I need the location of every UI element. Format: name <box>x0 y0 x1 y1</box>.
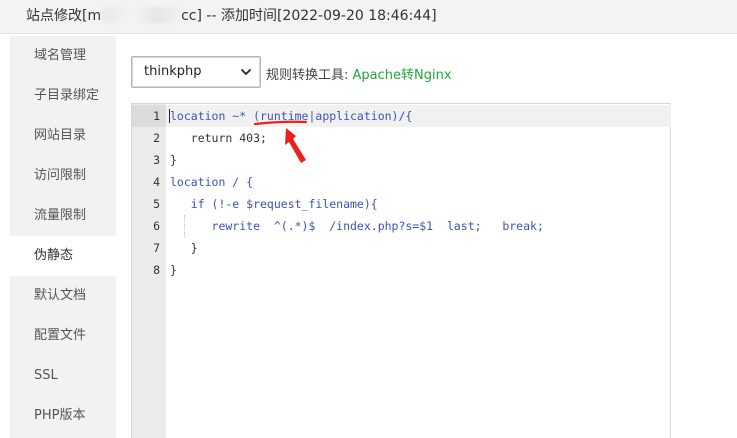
sidebar-item-access-limit[interactable]: 访问限制 <box>10 156 116 196</box>
code-text: return 403; <box>170 131 267 145</box>
line-number: 4 <box>153 175 160 189</box>
dialog-title: 站点修改[m cc] -- 添加时间[2022-09-20 18:46:44] <box>26 0 437 32</box>
code-line[interactable]: 8 } <box>132 259 671 281</box>
settings-sidebar: 域名管理 子目录绑定 网站目录 访问限制 流量限制 伪静态 默认文档 配置文件 … <box>10 36 116 438</box>
code-line[interactable]: 2 return 403; <box>132 127 671 149</box>
code-line[interactable]: 6 rewrite ^(.*)$ /index.php?s=$1 last; b… <box>132 215 671 237</box>
code-line[interactable]: 1 location ~* (runtime|application)/{ <box>132 105 671 127</box>
line-number: 5 <box>153 197 160 211</box>
rewrite-template-select[interactable]: thinkphp <box>131 56 261 88</box>
line-number: 8 <box>153 263 160 277</box>
code-text: if (!-e $request_filename){ <box>170 197 378 211</box>
sidebar-item-site-dir[interactable]: 网站目录 <box>10 116 116 156</box>
select-value: thinkphp <box>144 64 202 79</box>
sidebar-item-rewrite[interactable]: 伪静态 <box>10 236 116 276</box>
apache-to-nginx-link[interactable]: Apache转Nginx <box>353 68 452 83</box>
sidebar-item-subdir[interactable]: 子目录绑定 <box>10 76 116 116</box>
code-text: location / { <box>170 175 254 189</box>
chevron-down-icon <box>241 69 251 75</box>
line-number: 7 <box>153 241 160 255</box>
code-text: rewrite ^(.*)$ /index.php?s=$1 last; bre… <box>170 219 544 233</box>
code-line[interactable]: 4 location / { <box>132 171 671 193</box>
code-text: } <box>170 263 177 277</box>
code-line[interactable]: 5 if (!-e $request_filename){ <box>132 193 671 215</box>
title-prefix: 站点修改[m <box>26 8 102 24</box>
sidebar-item-ssl[interactable]: SSL <box>10 356 116 396</box>
redacted-domain <box>102 7 181 23</box>
code-text: } <box>170 153 177 167</box>
dialog-title-bar: 站点修改[m cc] -- 添加时间[2022-09-20 18:46:44] <box>0 0 737 34</box>
rule-converter-label: 规则转换工具: Apache转Nginx <box>266 64 452 83</box>
line-number: 6 <box>153 219 160 233</box>
rewrite-code-editor[interactable]: 1 location ~* (runtime|application)/{ 2 … <box>131 103 671 438</box>
line-number: 1 <box>132 105 166 127</box>
text-cursor <box>169 109 170 123</box>
title-suffix: cc] -- 添加时间[2022-09-20 18:46:44] <box>181 8 437 24</box>
code-text: location ~* (runtime|application)/{ <box>170 109 413 123</box>
line-number: 2 <box>153 131 160 145</box>
code-line[interactable]: 3 } <box>132 149 671 171</box>
converter-text: 规则转换工具: <box>266 68 349 83</box>
sidebar-item-traffic-limit[interactable]: 流量限制 <box>10 196 116 236</box>
sidebar-item-php-version[interactable]: PHP版本 <box>10 396 116 436</box>
code-line[interactable]: 7 } <box>132 237 671 259</box>
code-text: } <box>170 241 198 255</box>
sidebar-item-domain[interactable]: 域名管理 <box>10 36 116 76</box>
line-number: 3 <box>153 153 160 167</box>
sidebar-item-config-file[interactable]: 配置文件 <box>10 316 116 356</box>
sidebar-item-default-doc[interactable]: 默认文档 <box>10 276 116 316</box>
